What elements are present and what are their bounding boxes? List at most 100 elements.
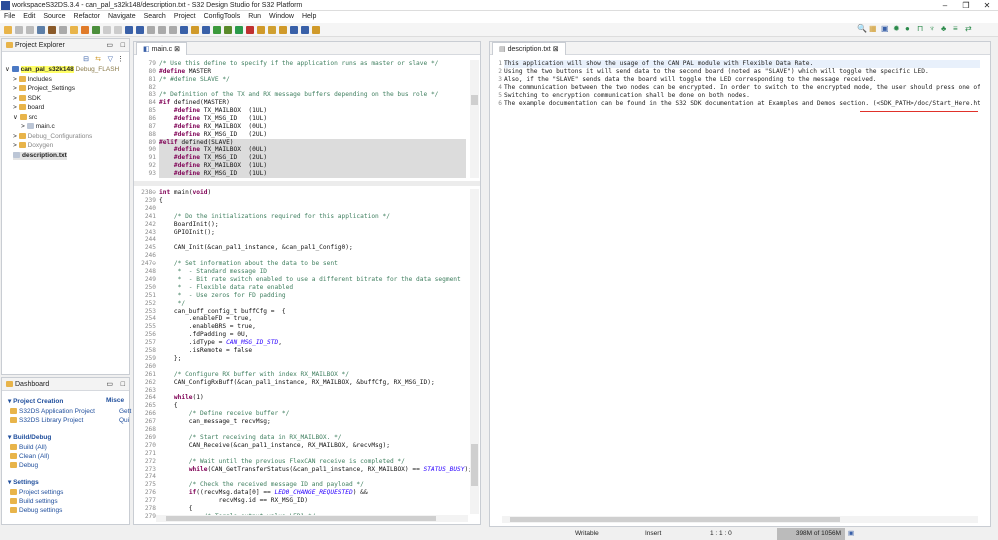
dashboard-link[interactable]: S32DS Application Project (10, 408, 95, 415)
chevron-right-icon[interactable]: > (13, 95, 19, 102)
chevron-right-icon[interactable]: > (13, 85, 19, 92)
toolbar-button-11-icon[interactable] (114, 25, 122, 34)
chevron-down-icon[interactable]: ∨ (13, 114, 20, 121)
toolbar-button-8-icon[interactable] (81, 25, 89, 34)
filter-icon[interactable]: ▽ (108, 55, 113, 63)
menu-refactor[interactable]: Refactor (74, 11, 100, 23)
probe-icon[interactable]: ♆ (929, 24, 935, 33)
signal-icon[interactable]: ⊓ (917, 24, 923, 33)
tab-main-c[interactable]: ◧ main.c ⊠ (136, 42, 188, 55)
dashboard-link[interactable]: Gett (119, 408, 131, 415)
maximize-view-icon[interactable]: □ (121, 378, 125, 391)
chevron-right-icon[interactable]: > (13, 133, 19, 140)
tree-item-doxygen[interactable]: > Doxygen (13, 142, 53, 150)
toolbar-button-7-icon[interactable] (70, 25, 78, 34)
dashboard-link[interactable]: Project settings (10, 489, 63, 496)
toolbar-button-5-icon[interactable] (48, 25, 56, 34)
toolbar-button-18-icon[interactable] (191, 25, 199, 34)
toolbar-button-12-icon[interactable] (125, 25, 133, 34)
tree-item-src[interactable]: ∨ src (13, 113, 37, 122)
menu-project[interactable]: Project (174, 11, 196, 23)
search-icon[interactable]: 🔍 (857, 24, 867, 33)
dashboard-title[interactable]: Dashboard (15, 381, 49, 388)
dashboard-link[interactable]: Clean (All) (10, 453, 49, 460)
minimize-view-icon[interactable]: ▭ (106, 378, 113, 391)
menu-edit[interactable]: Edit (23, 11, 35, 23)
debug-perspective-icon[interactable]: ✹ (893, 24, 900, 33)
chevron-right-icon[interactable]: > (13, 76, 19, 83)
tree-item-description-txt[interactable]: description.txt (13, 151, 67, 160)
toolbar-button-28-icon[interactable] (301, 25, 309, 34)
menu-configtools[interactable]: ConfigTools (204, 11, 241, 23)
registers-icon[interactable]: ≡ (953, 24, 958, 33)
menu-file[interactable]: File (4, 11, 15, 23)
menu-search[interactable]: Search (144, 11, 166, 23)
maximize-view-icon[interactable]: □ (121, 39, 125, 52)
code-view-bottom[interactable]: 238⊖ int main(void) 239{240 241 /* Do the i… (134, 189, 480, 520)
chevron-right-icon[interactable]: > (21, 123, 27, 130)
toolbar-button-4-icon[interactable] (37, 25, 45, 34)
tree-project-root[interactable]: ∨ can_pal_s32k148 Debug_FLASH (5, 66, 119, 74)
tab-description-txt[interactable]: ▤ description.txt ⊠ (492, 42, 566, 55)
toolbar-button-13-icon[interactable] (136, 25, 144, 34)
menu-run[interactable]: Run (248, 11, 261, 23)
toolbar-button-23-icon[interactable] (246, 25, 254, 34)
toolbar-button-17-icon[interactable] (180, 25, 188, 34)
dashboard-section-misc[interactable]: Misce (106, 397, 124, 404)
maximize-button[interactable]: ❐ (956, 0, 976, 11)
pins-icon[interactable]: ⇄ (965, 24, 972, 33)
split-divider[interactable] (134, 181, 480, 186)
dashboard-link[interactable]: Build settings (10, 498, 58, 505)
vertical-scrollbar-bottom[interactable] (470, 189, 479, 514)
chevron-right-icon[interactable]: > (13, 104, 19, 111)
toolbar-button-25-icon[interactable] (268, 25, 276, 34)
heap-status[interactable]: 398M of 1056M (777, 528, 845, 540)
toolbar-button-15-icon[interactable] (158, 25, 166, 34)
tree-item-board[interactable]: > board (13, 104, 44, 112)
tree-item-debug-configurations[interactable]: > Debug_Configurations (13, 132, 92, 141)
minimize-view-icon[interactable]: ▭ (106, 39, 113, 52)
close-tab-icon[interactable]: ⊠ (174, 46, 180, 53)
toolbar-button-20-icon[interactable] (213, 25, 221, 34)
toolbar-button-29-icon[interactable] (312, 25, 320, 34)
dashboard-link[interactable]: Build (All) (10, 444, 47, 451)
menu-window[interactable]: Window (269, 11, 294, 23)
toolbar-button-6-icon[interactable] (59, 25, 67, 34)
horizontal-scrollbar[interactable] (156, 515, 468, 522)
toolbar-button-22-icon[interactable] (235, 25, 243, 34)
toolbar-button-2-icon[interactable] (15, 25, 23, 34)
toolbar-button-9-icon[interactable] (92, 25, 100, 34)
peripherals-icon[interactable]: ♣ (941, 24, 946, 33)
toolbar-button-26-icon[interactable] (279, 25, 287, 34)
dashboard-link[interactable]: S32DS Library Project (10, 417, 83, 424)
minimize-button[interactable]: – (935, 0, 955, 11)
view-menu-icon[interactable]: ⋮ (117, 55, 124, 63)
menu-navigate[interactable]: Navigate (108, 11, 136, 23)
toolbar-button-1-icon[interactable] (4, 25, 12, 34)
open-perspective-icon[interactable]: ▦ (869, 24, 877, 33)
tree-item-includes[interactable]: > Includes (13, 75, 52, 84)
toolbar-button-10-icon[interactable] (103, 25, 111, 34)
collapse-all-icon[interactable]: ⊟ (83, 55, 89, 63)
dashboard-link[interactable]: Qui (119, 417, 129, 424)
scroll-thumb[interactable] (471, 444, 478, 486)
toolbar-button-27-icon[interactable] (290, 25, 298, 34)
scroll-thumb[interactable] (471, 95, 478, 105)
tree-item-project-settings[interactable]: > Project_Settings (13, 85, 75, 93)
dashboard-section-settings[interactable]: ▾ Settings (8, 478, 39, 486)
toolbar-button-16-icon[interactable] (169, 25, 177, 34)
dashboard-link[interactable]: Debug settings (10, 507, 62, 514)
toolbar-button-14-icon[interactable] (147, 25, 155, 34)
toolbar-button-3-icon[interactable] (26, 25, 34, 34)
toolbar-button-24-icon[interactable] (257, 25, 265, 34)
scroll-thumb[interactable] (166, 516, 436, 521)
garbage-collect-icon[interactable]: ▣ (848, 528, 854, 540)
tree-item-main-c[interactable]: > main.c (21, 123, 55, 131)
dashboard-link[interactable]: Debug (10, 462, 38, 469)
close-button[interactable]: ✕ (977, 0, 997, 11)
link-editor-icon[interactable]: ⇆ (95, 55, 101, 63)
project-explorer-title[interactable]: Project Explorer (15, 42, 65, 49)
menu-source[interactable]: Source (43, 11, 65, 23)
dashboard-section-build-debug[interactable]: ▾ Build/Debug (8, 433, 51, 441)
toolbar-button-21-icon[interactable] (224, 25, 232, 34)
